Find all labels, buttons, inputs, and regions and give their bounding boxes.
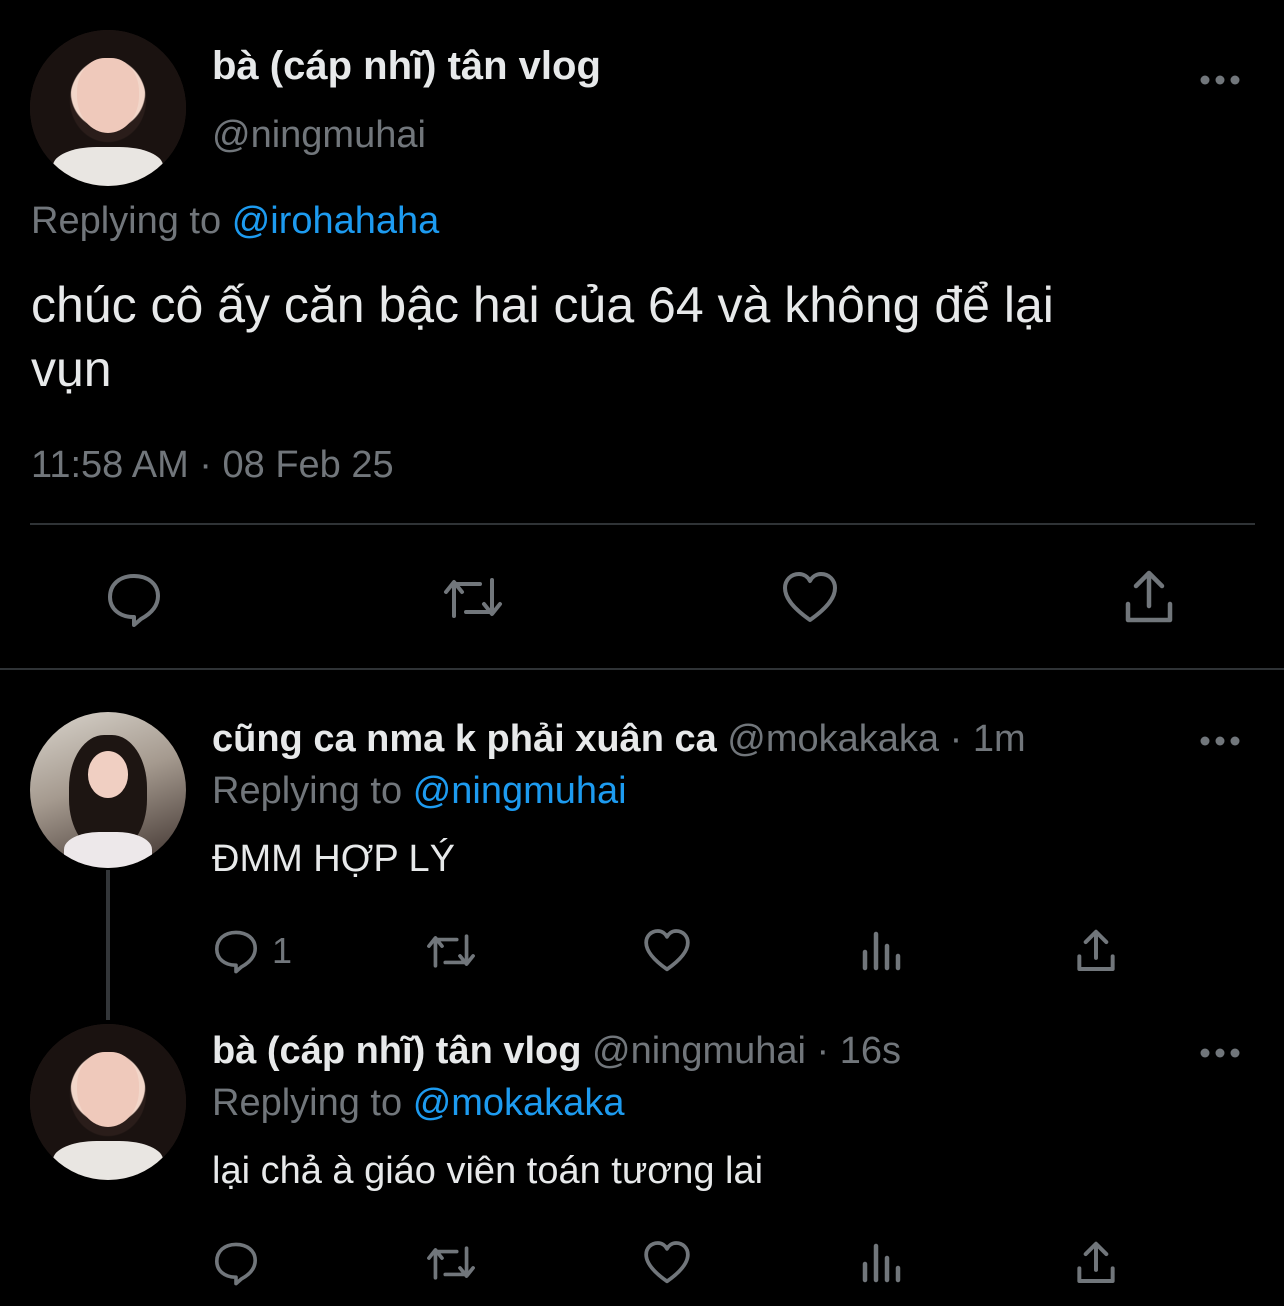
replying-to: Replying to @irohahaha [31, 200, 439, 243]
replying-prefix: Replying to [31, 200, 222, 242]
share-icon[interactable] [1120, 566, 1178, 626]
handle[interactable]: @ningmuhai [212, 114, 426, 157]
more-icon[interactable] [1198, 73, 1242, 87]
divider [30, 523, 1255, 525]
tweet-text: ĐMM HỢP LÝ [212, 838, 456, 880]
retweet-icon[interactable] [440, 568, 506, 628]
section-divider [0, 668, 1284, 670]
thread-line [106, 870, 110, 1020]
analytics-icon[interactable] [860, 928, 904, 972]
handle-time[interactable]: @ningmuhai · 16s [592, 1030, 901, 1072]
more-icon[interactable] [1198, 734, 1242, 748]
display-name[interactable]: cũng ca nma k phải xuân ca [212, 718, 717, 760]
more-icon[interactable] [1198, 1046, 1242, 1060]
replying-prefix: Replying to [212, 770, 403, 812]
like-icon[interactable] [642, 926, 692, 976]
like-icon[interactable] [780, 568, 840, 628]
handle-time[interactable]: @mokakaka · 1m [727, 718, 1025, 760]
tweet-text-line2: vụn [31, 341, 112, 397]
reply-icon[interactable] [212, 1238, 260, 1286]
tweet-text: lại chả à giáo viên toán tương lai [212, 1150, 764, 1192]
share-icon[interactable] [1073, 1238, 1119, 1286]
tweet-text-line1: chúc cô ấy căn bậc hai của 64 và không đ… [31, 277, 1054, 333]
display-name[interactable]: bà (cáp nhĩ) tân vlog [212, 44, 601, 89]
replying-to: Replying to @mokakaka [212, 1082, 624, 1125]
reply-count: 1 [272, 930, 293, 971]
share-icon[interactable] [1073, 926, 1119, 974]
avatar[interactable] [30, 30, 186, 186]
avatar[interactable] [30, 1024, 186, 1180]
retweet-icon[interactable] [424, 1238, 478, 1288]
display-name[interactable]: bà (cáp nhĩ) tân vlog [212, 1030, 581, 1072]
replying-handle-link[interactable]: @ningmuhai [413, 770, 627, 812]
reply-icon[interactable] [104, 568, 164, 628]
avatar[interactable] [30, 712, 186, 868]
replying-handle-link[interactable]: @irohahaha [232, 200, 440, 242]
retweet-icon[interactable] [424, 926, 478, 976]
reply-header: bà (cáp nhĩ) tân vlog @ningmuhai · 16s [212, 1030, 901, 1073]
replying-to: Replying to @ningmuhai [212, 770, 627, 813]
reply-icon[interactable] [212, 926, 260, 974]
timestamp[interactable]: 11:58 AM · 08 Feb 25 [31, 444, 394, 487]
like-icon[interactable] [642, 1238, 692, 1288]
replying-handle-link[interactable]: @mokakaka [413, 1082, 625, 1124]
reply-header: cũng ca nma k phải xuân ca @mokakaka · 1… [212, 718, 1026, 761]
analytics-icon[interactable] [860, 1240, 904, 1284]
replying-prefix: Replying to [212, 1082, 403, 1124]
